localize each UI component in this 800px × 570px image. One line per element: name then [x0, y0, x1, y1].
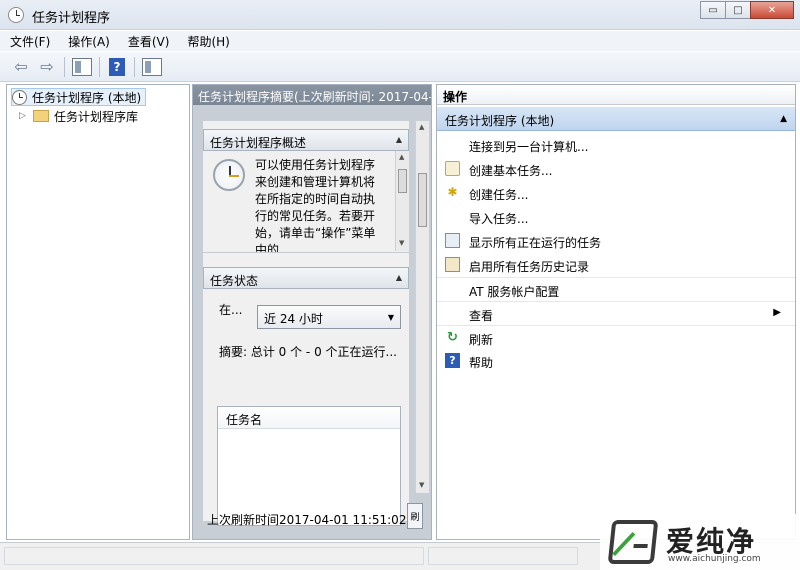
- help-icon: ?: [445, 353, 460, 368]
- star-icon: ✱: [447, 185, 458, 199]
- action-show-running-tasks[interactable]: 显示所有正在运行的任务: [437, 229, 795, 253]
- status-bar-cell: [4, 547, 424, 565]
- help-icon: ?: [109, 57, 125, 76]
- last-refresh-time: 上次刷新时间2017-04-01 11:51:02: [207, 513, 407, 527]
- action-label: 创建任务...: [469, 188, 529, 202]
- action-label: 启用所有任务历史记录: [469, 260, 590, 274]
- status-range-select[interactable]: 近 24 小时 ▼: [257, 305, 401, 329]
- wizard-icon: [445, 161, 460, 176]
- console-tree-icon: [72, 57, 92, 76]
- task-name-column-header[interactable]: 任务名: [218, 407, 400, 429]
- status-range-label: 在...: [219, 303, 243, 317]
- tree-item-label: 任务计划程序 (本地): [32, 90, 142, 105]
- console-tree: 任务计划程序 (本地) ▷ 任务计划程序库: [6, 84, 190, 540]
- collapse-icon: ▲: [395, 135, 402, 144]
- tree-item-library[interactable]: ▷ 任务计划程序库: [19, 107, 138, 125]
- forward-button[interactable]: ⇨: [36, 56, 58, 78]
- action-label: 显示所有正在运行的任务: [469, 236, 602, 250]
- show-hide-action-pane-button[interactable]: [141, 56, 163, 78]
- action-import-task[interactable]: 导入任务...: [437, 205, 795, 229]
- help-button[interactable]: ?: [106, 56, 128, 78]
- action-refresh[interactable]: ↻ 刷新: [437, 325, 795, 349]
- action-label: AT 服务帐户配置: [469, 285, 560, 299]
- folder-icon: [33, 110, 49, 122]
- maximize-button[interactable]: □: [725, 1, 751, 19]
- scroll-down-icon[interactable]: ▼: [419, 481, 424, 489]
- submenu-arrow-icon: ▶: [773, 307, 781, 318]
- task-table[interactable]: 任务名: [217, 406, 401, 526]
- summary-scrollbar[interactable]: ▲ ▼: [415, 121, 429, 493]
- scroll-thumb[interactable]: [418, 173, 427, 227]
- scroll-down-icon[interactable]: ▼: [399, 239, 404, 247]
- action-label: 帮助: [469, 356, 494, 370]
- action-label: 查看: [469, 309, 494, 323]
- overview-text: 可以使用任务计划程序来创建和管理计算机将在所指定的时间自动执行的常见任务。若要开…: [255, 158, 376, 253]
- overview-box: 可以使用任务计划程序来创建和管理计算机将在所指定的时间自动执行的常见任务。若要开…: [203, 151, 409, 253]
- actions-title: 操作: [437, 85, 795, 105]
- status-title: 任务状态: [210, 274, 259, 288]
- summary-header: 任务计划程序摘要(上次刷新时间: 2017-04-0: [193, 85, 431, 105]
- clock-icon: [12, 89, 27, 105]
- summary-content: 任务计划程序概述 ▲ 可以使用任务计划程序来创建和管理计算机将在所指定的时间自动…: [203, 121, 409, 526]
- window-controls: ▭ □ ✕: [700, 1, 794, 19]
- action-enable-task-history[interactable]: 启用所有任务历史记录: [437, 253, 795, 277]
- action-create-basic-task[interactable]: 创建基本任务...: [437, 157, 795, 181]
- toolbar-separator: [99, 56, 100, 77]
- overview-scrollbar[interactable]: ▲ ▼: [395, 151, 409, 251]
- watermark: 爱纯净 www.aichunjing.com: [600, 514, 800, 570]
- window-title: 任务计划程序: [32, 11, 111, 26]
- overview-section-header[interactable]: 任务计划程序概述 ▲: [203, 129, 409, 151]
- tree-item-label: 任务计划程序库: [54, 109, 139, 124]
- toolbar: ⇦ ⇨ ?: [0, 52, 800, 82]
- clock-icon: [213, 159, 245, 191]
- menu-action[interactable]: 操作(A): [68, 33, 110, 50]
- tree-item-root[interactable]: 任务计划程序 (本地): [11, 88, 147, 106]
- watermark-url: www.aichunjing.com: [668, 554, 761, 564]
- expand-arrow-icon[interactable]: ▷: [19, 111, 27, 121]
- scroll-thumb[interactable]: [398, 169, 407, 193]
- menu-bar: 文件(F) 操作(A) 查看(V) 帮助(H): [0, 31, 800, 51]
- action-at-service-config[interactable]: AT 服务帐户配置: [437, 277, 795, 301]
- collapse-icon: ▲: [395, 273, 402, 282]
- action-create-task[interactable]: ✱ 创建任务...: [437, 181, 795, 205]
- action-label: 导入任务...: [469, 212, 529, 226]
- action-label: 连接到另一台计算机...: [469, 140, 589, 154]
- refresh-button[interactable]: 刷: [407, 503, 423, 529]
- list-icon: [445, 233, 460, 248]
- menu-help[interactable]: 帮助(H): [187, 33, 229, 50]
- menu-file[interactable]: 文件(F): [10, 33, 50, 50]
- overview-title: 任务计划程序概述: [210, 136, 307, 150]
- scroll-up-icon[interactable]: ▲: [419, 123, 424, 131]
- refresh-icon: ↻: [447, 330, 458, 345]
- back-button[interactable]: ⇦: [10, 56, 32, 78]
- actions-group-header[interactable]: 任务计划程序 (本地) ▲: [437, 107, 795, 131]
- status-bar-cell: [428, 547, 578, 565]
- actions-pane: 操作 任务计划程序 (本地) ▲ 连接到另一台计算机... 创建基本任务... …: [436, 84, 796, 540]
- collapse-icon: ▲: [780, 114, 787, 124]
- action-view[interactable]: 查看 ▶: [437, 301, 795, 325]
- log-icon: [445, 257, 460, 272]
- chevron-down-icon: ▼: [387, 313, 394, 322]
- scroll-up-icon[interactable]: ▲: [399, 153, 404, 161]
- status-range-value: 近 24 小时: [264, 312, 323, 326]
- action-label: 刷新: [469, 333, 494, 347]
- action-label: 创建基本任务...: [469, 164, 553, 178]
- title-bar: 任务计划程序 ▭ □ ✕: [0, 0, 800, 30]
- watermark-logo-icon: [607, 520, 659, 564]
- action-help[interactable]: ? 帮助: [437, 349, 795, 373]
- minimize-button[interactable]: ▭: [700, 1, 726, 19]
- action-connect-computer[interactable]: 连接到另一台计算机...: [437, 133, 795, 157]
- actions-group-label: 任务计划程序 (本地): [445, 114, 555, 128]
- task-summary: 摘要: 总计 0 个 - 0 个正在运行...: [219, 345, 397, 359]
- clock-icon: [8, 7, 24, 23]
- status-section-header[interactable]: 任务状态 ▲: [203, 267, 409, 289]
- close-button[interactable]: ✕: [750, 1, 794, 19]
- summary-pane: 任务计划程序摘要(上次刷新时间: 2017-04-0 任务计划程序概述 ▲ 可以…: [192, 84, 432, 540]
- toolbar-separator: [134, 56, 135, 77]
- show-hide-console-tree-button[interactable]: [71, 56, 93, 78]
- toolbar-separator: [64, 56, 65, 77]
- menu-view[interactable]: 查看(V): [128, 33, 170, 50]
- action-pane-icon: [142, 57, 162, 76]
